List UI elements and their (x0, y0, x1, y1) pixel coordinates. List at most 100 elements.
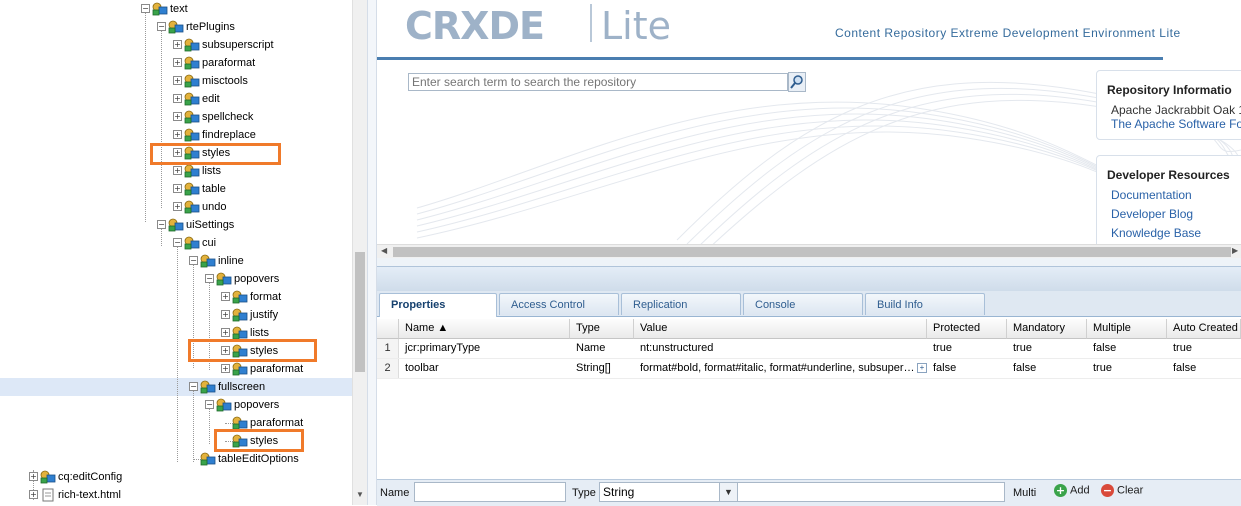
expand-toggle-icon[interactable]: + (221, 292, 230, 301)
tree-node[interactable]: + subsuperscript (0, 36, 352, 54)
name-input[interactable] (414, 482, 566, 502)
tree-node[interactable]: + paraformat (0, 360, 352, 378)
tree-node[interactable]: + cq:editConfig (0, 468, 352, 486)
repository-info-title: Repository Informatio (1107, 83, 1232, 97)
tree-node[interactable]: − fullscreen (0, 378, 352, 396)
tree-node[interactable]: + undo (0, 198, 352, 216)
grid-header-value[interactable]: Value (634, 319, 927, 339)
property-name[interactable]: toolbar (399, 359, 570, 378)
developer-blog-link[interactable]: Developer Blog (1111, 207, 1193, 221)
expand-toggle-icon[interactable]: + (221, 364, 230, 373)
knowledge-base-link[interactable]: Knowledge Base (1111, 226, 1201, 240)
expand-toggle-icon[interactable]: + (173, 202, 182, 211)
tree-node[interactable]: + rich-text.html (0, 486, 352, 504)
lite-logo: Lite (601, 4, 672, 48)
grid-header-auto-created[interactable]: Auto Created (1167, 319, 1241, 339)
tree-node-label: format (250, 291, 282, 303)
tree-node[interactable]: − text (0, 0, 352, 18)
apache-link[interactable]: The Apache Software Fo (1111, 117, 1241, 131)
clear-button[interactable]: − Clear (1101, 484, 1143, 497)
add-button[interactable]: + Add (1054, 484, 1090, 497)
tree-node[interactable]: + misctools (0, 72, 352, 90)
expand-toggle-icon[interactable]: + (173, 166, 182, 175)
expand-value-icon[interactable]: + (911, 359, 927, 378)
expand-toggle-icon[interactable]: + (173, 94, 182, 103)
scroll-down-icon[interactable]: ▼ (356, 490, 364, 499)
tree-node[interactable]: − popovers (0, 396, 352, 414)
property-name[interactable]: jcr:primaryType (399, 339, 570, 358)
grid-header-protected[interactable]: Protected (927, 319, 1007, 339)
type-select[interactable]: String ▼ (599, 482, 737, 502)
tab-properties[interactable]: Properties (379, 293, 497, 317)
tree-node[interactable]: − inline (0, 252, 352, 270)
grid-header-type[interactable]: Type (570, 319, 634, 339)
tree-node-label: inline (218, 255, 244, 267)
collapse-toggle-icon[interactable]: − (141, 4, 150, 13)
scroll-left-icon[interactable]: ◀ (381, 246, 387, 255)
tree-node[interactable]: + table (0, 180, 352, 198)
collapse-toggle-icon[interactable]: − (205, 400, 214, 409)
horizontal-scrollbar[interactable]: ◀ ▶ (377, 244, 1241, 258)
tree-node[interactable]: + paraformat (0, 54, 352, 72)
expand-toggle-icon[interactable]: + (29, 472, 38, 481)
collapse-toggle-icon[interactable]: − (157, 220, 166, 229)
tree-node[interactable]: + findreplace (0, 126, 352, 144)
chevron-down-icon[interactable]: ▼ (719, 483, 737, 501)
collapse-toggle-icon[interactable]: − (189, 256, 198, 265)
collapse-toggle-icon[interactable]: − (205, 274, 214, 283)
property-type[interactable]: String[] (570, 359, 634, 378)
add-icon: + (1054, 484, 1067, 497)
expand-toggle-icon[interactable]: + (221, 310, 230, 319)
value-input[interactable] (737, 482, 1005, 502)
tree-scrollbar[interactable]: ▼ (352, 0, 368, 505)
grid-header-mandatory[interactable]: Mandatory (1007, 319, 1087, 339)
tree-node[interactable]: tableEditOptions (0, 450, 352, 468)
node-icon (216, 398, 232, 412)
expand-toggle-icon[interactable]: + (221, 328, 230, 337)
grid-header-name[interactable]: Name ▲ (399, 319, 570, 339)
tree-node[interactable]: + justify (0, 306, 352, 324)
search-button[interactable] (788, 72, 806, 92)
tree-node-label: lists (202, 165, 221, 177)
tab-replication[interactable]: Replication (621, 293, 741, 315)
grid-header-multiple[interactable]: Multiple (1087, 319, 1167, 339)
expand-toggle-icon[interactable]: + (173, 112, 182, 121)
property-type[interactable]: Name (570, 339, 634, 358)
expand-toggle-icon[interactable]: + (173, 130, 182, 139)
tree-node[interactable]: − uiSettings (0, 216, 352, 234)
tab-access-control[interactable]: Access Control (499, 293, 619, 315)
tab-console[interactable]: Console (743, 293, 863, 315)
tree-scroll-thumb[interactable] (355, 252, 365, 372)
table-row[interactable]: 2 toolbar String[] format#bold, format#i… (377, 359, 1241, 379)
node-icon (216, 272, 232, 286)
horizontal-scroll-thumb[interactable] (393, 247, 1231, 257)
collapse-toggle-icon[interactable]: − (157, 22, 166, 31)
scroll-right-icon[interactable]: ▶ (1232, 246, 1238, 255)
expand-toggle-icon[interactable]: + (173, 58, 182, 67)
collapse-toggle-icon[interactable]: − (173, 238, 182, 247)
property-value[interactable]: nt:unstructured (634, 339, 927, 358)
table-row[interactable]: 1 jcr:primaryType Name nt:unstructured t… (377, 339, 1241, 359)
pane-splitter[interactable] (367, 0, 377, 505)
tree-node-label: edit (202, 93, 220, 105)
tree-node-label: paraformat (250, 363, 304, 375)
expand-toggle-icon[interactable]: + (29, 490, 38, 499)
properties-panel-header (377, 266, 1241, 292)
tree-node[interactable]: + spellcheck (0, 108, 352, 126)
tree-node[interactable]: − popovers (0, 270, 352, 288)
search-input[interactable] (408, 73, 788, 91)
property-mandatory: true (1013, 342, 1032, 354)
tree-node-label: rtePlugins (186, 21, 235, 33)
expand-toggle-icon[interactable]: + (173, 184, 182, 193)
tree-node[interactable]: − cui (0, 234, 352, 252)
property-value[interactable]: format#bold, format#italic, format#under… (634, 359, 914, 378)
tree-node[interactable]: + format (0, 288, 352, 306)
documentation-link[interactable]: Documentation (1111, 188, 1192, 202)
expand-toggle-icon[interactable]: + (173, 76, 182, 85)
tree-node[interactable]: + edit (0, 90, 352, 108)
highlight-box (188, 339, 317, 362)
expand-toggle-icon[interactable]: + (173, 40, 182, 49)
tab-build-info[interactable]: Build Info (865, 293, 985, 315)
collapse-toggle-icon[interactable]: − (189, 382, 198, 391)
tree-node[interactable]: − rtePlugins (0, 18, 352, 36)
